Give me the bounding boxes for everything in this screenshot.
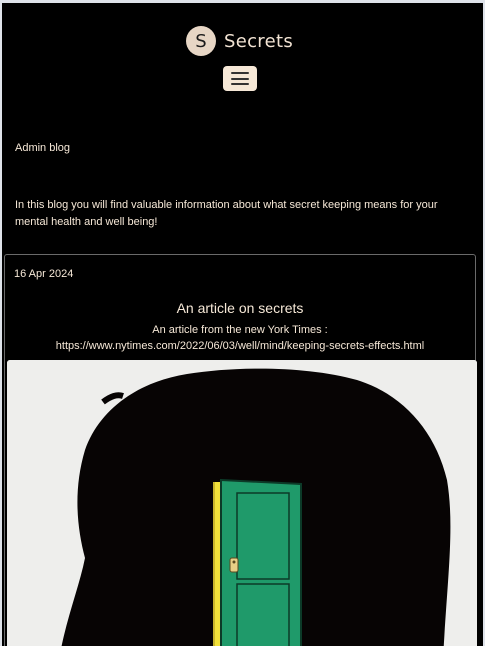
post-date: 16 Apr 2024 [14, 268, 74, 280]
menu-bar-icon [231, 72, 249, 74]
logo-icon: S [186, 26, 216, 56]
blog-title: Admin blog [15, 142, 71, 154]
post-card[interactable]: 16 Apr 2024 An article on secrets An art… [4, 254, 477, 646]
hamburger-menu-button[interactable] [223, 66, 257, 91]
logo-letter: S [195, 30, 207, 52]
brand-link[interactable]: S Secrets [186, 25, 293, 57]
menu-bar-icon [231, 83, 249, 85]
brand-name: Secrets [224, 30, 294, 52]
blog-intro: In this blog you will find valuable info… [15, 199, 438, 228]
door-handle-icon [229, 557, 239, 573]
post-image [7, 360, 477, 646]
page: S Secrets Admin blog In this blog you wi… [2, 3, 483, 646]
menu-bar-icon [231, 77, 249, 80]
post-title: An article on secrets [176, 300, 304, 316]
head-with-door-illustration [7, 360, 477, 646]
post-description: An article from the new York Times : htt… [55, 324, 425, 352]
